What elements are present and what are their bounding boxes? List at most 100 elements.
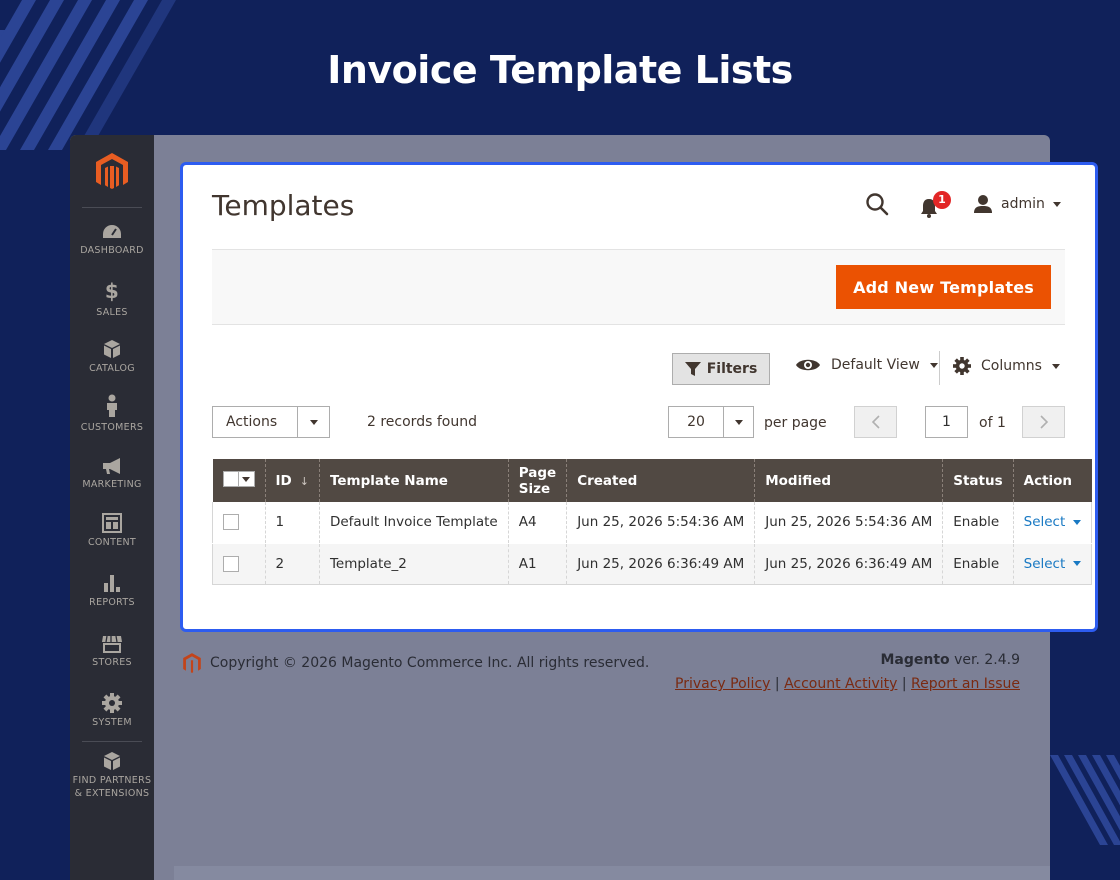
column-header-modified[interactable]: Modified [754, 459, 943, 502]
user-icon [974, 195, 992, 213]
sidebar-item-label: CONTENT [87, 537, 137, 548]
page-title: Templates [212, 189, 355, 222]
cell-page-size: A4 [507, 502, 567, 544]
sidebar-item-content[interactable]: CONTENT [70, 513, 154, 549]
mass-actions-select[interactable]: Actions [212, 406, 330, 438]
sidebar-item-find-partners[interactable]: FIND PARTNERS & EXTENSIONS [70, 751, 154, 800]
cell-status: Enable [942, 502, 1014, 544]
row-action-select[interactable]: Select [1024, 556, 1082, 572]
megaphone-icon [103, 458, 120, 474]
mass-select-header[interactable] [212, 459, 265, 502]
dashboard-icon [103, 225, 121, 238]
chevron-down-icon [929, 362, 938, 368]
table-row: 2 Template_2 A1 Jun 25, 2026 6:36:49 AM … [212, 543, 1093, 585]
previous-page-button[interactable] [854, 406, 897, 438]
cell-template-name: Template_2 [318, 543, 509, 585]
footer-copyright: Copyright © 2026 Magento Commerce Inc. A… [182, 652, 649, 674]
filters-button[interactable]: Filters [672, 353, 770, 385]
magento-logo-icon[interactable] [94, 151, 130, 191]
user-menu[interactable]: admin [973, 191, 1061, 217]
cell-id: 2 [264, 543, 320, 585]
store-icon [102, 635, 122, 653]
sidebar-item-sales[interactable]: $ SALES [70, 280, 154, 319]
column-header-id[interactable]: ID ↓ [264, 459, 320, 502]
row-checkbox-cell[interactable] [212, 502, 265, 544]
magento-logo-icon [183, 653, 201, 673]
sidebar-item-reports[interactable]: REPORTS [70, 573, 154, 609]
templates-grid: ID ↓ Template Name Page Size Created Modi… [212, 459, 1093, 585]
column-header-page-size[interactable]: Page Size [507, 459, 567, 502]
sidebar-item-customers[interactable]: CUSTOMERS [70, 394, 154, 434]
row-checkbox[interactable] [223, 555, 239, 572]
brand-name: Magento [880, 652, 950, 668]
sidebar-item-catalog[interactable]: CATALOG [70, 339, 154, 375]
footer-links: Privacy Policy | Account Activity | Repo… [675, 676, 1020, 692]
dollar-icon: $ [104, 279, 120, 303]
chevron-down-icon [1051, 363, 1060, 369]
sidebar-item-label: MARKETING [82, 479, 142, 490]
column-header-created[interactable]: Created [566, 459, 755, 502]
cell-action: Select [1012, 543, 1093, 585]
view-label: Default View [831, 357, 920, 373]
report-issue-link[interactable]: Report an Issue [911, 676, 1020, 692]
bottom-strip [174, 866, 1050, 880]
page-actions-bar: Add New Templates [212, 249, 1065, 325]
columns-switcher[interactable]: Columns [953, 357, 1060, 375]
columns-label: Columns [981, 358, 1042, 374]
sidebar-item-label: REPORTS [89, 597, 135, 608]
cell-status: Enable [942, 543, 1014, 585]
sidebar-item-dashboard[interactable]: DASHBOARD [70, 223, 154, 257]
search-icon[interactable] [865, 192, 891, 218]
admin-footer: Copyright © 2026 Magento Commerce Inc. A… [174, 630, 1050, 880]
copyright-text: Copyright © 2026 Magento Commerce Inc. A… [210, 655, 650, 671]
bar-chart-icon [104, 575, 120, 592]
column-header-status[interactable]: Status [942, 459, 1014, 502]
sidebar-item-label: DASHBOARD [80, 245, 144, 256]
cell-page-size: A1 [507, 543, 567, 585]
sidebar: DASHBOARD $ SALES CATALOG CUSTOMERS MARK… [70, 135, 154, 880]
sidebar-item-stores[interactable]: STORES [70, 635, 154, 669]
account-activity-link[interactable]: Account Activity [784, 676, 897, 692]
chevron-down-icon [1073, 561, 1082, 566]
cell-modified: Jun 25, 2026 5:54:36 AM [754, 502, 943, 544]
cell-action: Select [1012, 502, 1093, 544]
sidebar-item-marketing[interactable]: MARKETING [70, 457, 154, 491]
actions-label: Actions [226, 414, 278, 430]
toolbar-divider [939, 351, 940, 385]
filter-icon [684, 361, 701, 376]
sidebar-item-label: STORES [92, 657, 132, 668]
next-page-button[interactable] [1022, 406, 1065, 438]
box-icon [104, 340, 120, 358]
eye-icon [796, 359, 820, 371]
chevron-right-icon [1039, 415, 1048, 429]
cell-modified: Jun 25, 2026 6:36:49 AM [754, 543, 943, 585]
per-page-value: 20 [687, 414, 705, 430]
sidebar-divider [82, 207, 142, 208]
cell-template-name: Default Invoice Template [318, 502, 509, 544]
sort-arrow-icon: ↓ [299, 474, 309, 488]
add-new-templates-button[interactable]: Add New Templates [836, 265, 1051, 309]
sidebar-item-label: SALES [96, 307, 128, 318]
page-total: of 1 [979, 415, 1006, 431]
privacy-policy-link[interactable]: Privacy Policy [675, 676, 770, 692]
sidebar-item-label: CATALOG [89, 363, 135, 374]
sidebar-item-label: FIND PARTNERS [72, 775, 152, 786]
dropdown-arrow-icon [297, 407, 329, 437]
notifications-button[interactable]: 1 [919, 191, 953, 219]
sidebar-item-label: CUSTOMERS [80, 422, 144, 433]
column-header-template-name[interactable]: Template Name [318, 459, 509, 502]
per-page-select[interactable]: 20 [668, 406, 754, 438]
mass-select-checkbox[interactable] [222, 471, 255, 487]
sidebar-item-system[interactable]: SYSTEM [70, 693, 154, 729]
version-text: ver. 2.4.9 [949, 652, 1020, 668]
row-action-select[interactable]: Select [1024, 514, 1082, 530]
gear-icon [953, 357, 971, 375]
filters-label: Filters [706, 361, 758, 377]
records-count: 2 records found [367, 414, 477, 430]
row-checkbox[interactable] [223, 514, 239, 531]
dropdown-arrow-icon [723, 407, 753, 437]
sidebar-divider [82, 741, 142, 742]
view-switcher[interactable]: Default View [795, 357, 938, 373]
page-number-input[interactable] [925, 406, 968, 438]
row-checkbox-cell[interactable] [212, 543, 265, 585]
